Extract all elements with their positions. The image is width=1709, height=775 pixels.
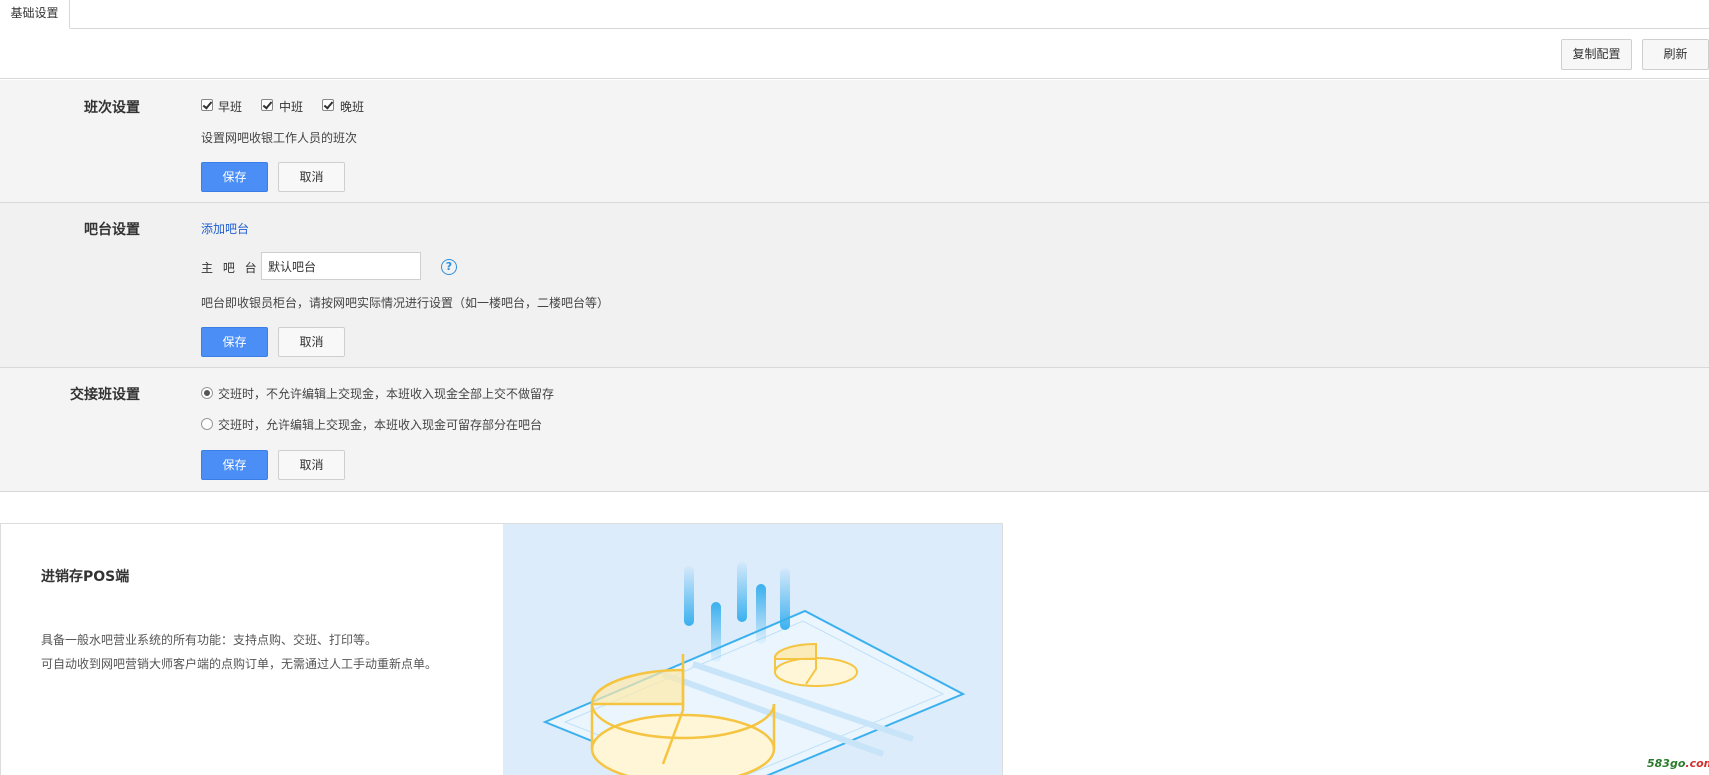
radio-label-allow-edit-cash: 交班时，允许编辑上交现金，本班收入现金可留存部分在吧台 bbox=[218, 418, 543, 432]
pos-promo-card: 进销存POS端 具备一般水吧营业系统的所有功能：支持点购、交班、打印等。 可自动… bbox=[0, 523, 1003, 775]
handover-settings-section: 交接班设置 交班时，不允许编辑上交现金，本班收入现金全部上交不做留存 交班时，允… bbox=[0, 368, 1709, 492]
shift-cancel-button[interactable]: 取消 bbox=[278, 162, 345, 192]
add-bar-link[interactable]: 添加吧台 bbox=[201, 220, 249, 237]
shift-hint: 设置网吧收银工作人员的班次 bbox=[201, 131, 358, 145]
bar-hint: 吧台即收银员柜台，请按网吧实际情况进行设置（如一楼吧台，二楼吧台等） bbox=[201, 296, 610, 310]
tab-basic-settings[interactable]: 基础设置 bbox=[0, 0, 70, 29]
checkbox-label-middle: 中班 bbox=[279, 100, 304, 114]
handover-save-button[interactable]: 保存 bbox=[201, 450, 268, 480]
refresh-button[interactable]: 刷新 bbox=[1642, 39, 1709, 70]
handover-settings-title: 交接班设置 bbox=[70, 387, 140, 403]
promo-title: 进销存POS端 bbox=[41, 569, 130, 585]
promo-line-2: 可自动收到网吧营销大师客户端的点购订单，无需通过人工手动重新点单。 bbox=[41, 657, 438, 671]
site-watermark: 583go.com bbox=[1647, 752, 1709, 775]
radio-no-edit-cash[interactable] bbox=[201, 387, 213, 399]
checkbox-night-shift[interactable] bbox=[322, 99, 334, 111]
bar-cancel-button[interactable]: 取消 bbox=[278, 327, 345, 357]
radio-label-no-edit-cash: 交班时，不允许编辑上交现金，本班收入现金全部上交不做留存 bbox=[218, 387, 555, 401]
copy-config-button[interactable]: 复制配置 bbox=[1561, 39, 1632, 70]
toolbar: 复制配置 刷新 bbox=[0, 29, 1709, 79]
main-bar-input[interactable] bbox=[261, 252, 421, 280]
tab-bar: 基础设置 bbox=[0, 0, 1709, 29]
checkbox-label-night: 晚班 bbox=[340, 100, 365, 114]
watermark-main: 583go bbox=[1647, 757, 1686, 770]
help-icon[interactable]: ? bbox=[441, 259, 457, 275]
checkbox-middle-shift[interactable] bbox=[261, 99, 273, 111]
shift-settings-title: 班次设置 bbox=[84, 100, 140, 116]
handover-cancel-button[interactable]: 取消 bbox=[278, 450, 345, 480]
promo-line-1: 具备一般水吧营业系统的所有功能：支持点购、交班、打印等。 bbox=[41, 633, 378, 647]
shift-save-button[interactable]: 保存 bbox=[201, 162, 268, 192]
bar-settings-section: 吧台设置 添加吧台 主 吧 台 : ? 吧台即收银员柜台，请按网吧实际情况进行设… bbox=[0, 203, 1709, 368]
watermark-suffix: .com bbox=[1685, 757, 1709, 770]
checkbox-morning-shift[interactable] bbox=[201, 99, 213, 111]
checkbox-label-morning: 早班 bbox=[218, 100, 243, 114]
chart-illustration-icon bbox=[542, 562, 966, 775]
radio-allow-edit-cash[interactable] bbox=[201, 418, 213, 430]
bar-save-button[interactable]: 保存 bbox=[201, 327, 268, 357]
promo-illustration bbox=[503, 524, 1002, 775]
shift-settings-section: 班次设置 早班 中班 晚班 设置网吧收银工作人员的班次 保存 取消 bbox=[0, 80, 1709, 203]
bar-settings-title: 吧台设置 bbox=[84, 222, 140, 238]
